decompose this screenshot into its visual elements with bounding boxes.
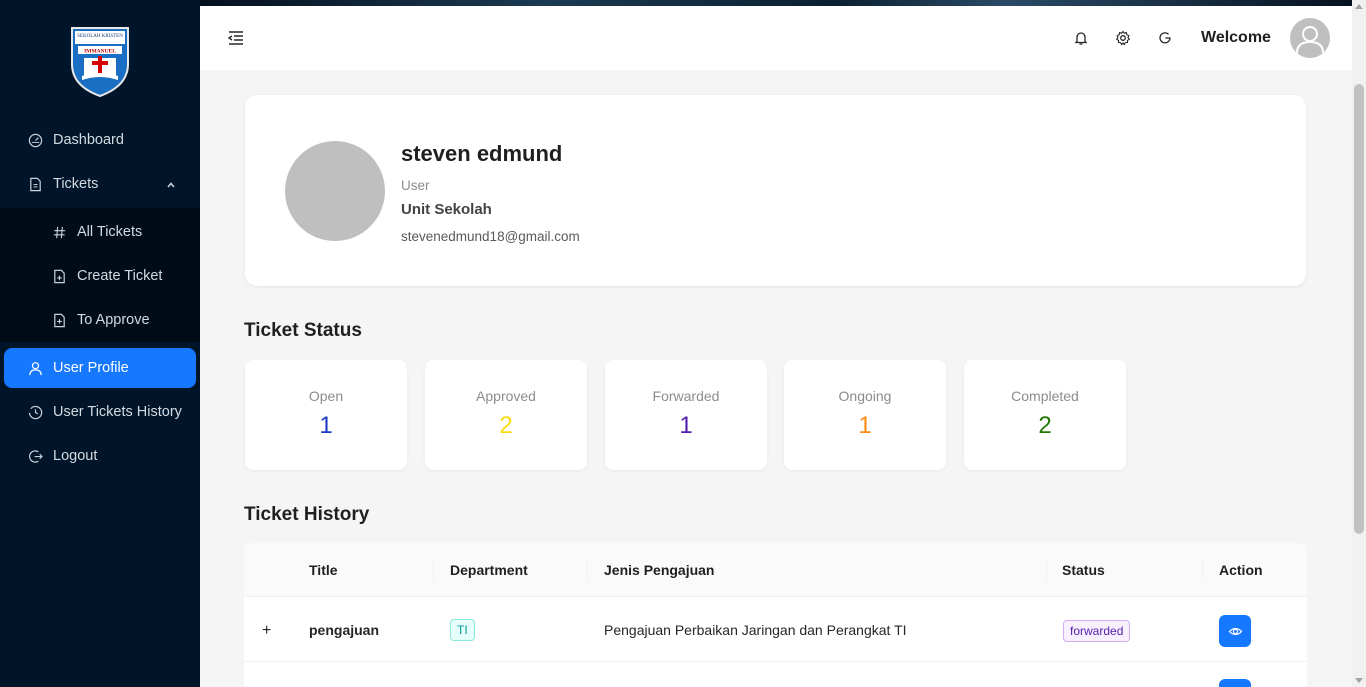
sidebar-item-label: Create Ticket	[77, 268, 163, 284]
stat-card-completed: Completed 2	[964, 360, 1126, 470]
stat-card-open: Open 1	[245, 360, 407, 470]
table-header: Title Department Jenis Pengajuan Status …	[244, 543, 1307, 597]
sidebar-item-label: User Tickets History	[53, 404, 182, 420]
table-row: + pengajuan TI Pengajuan Perbaikan Jarin…	[244, 598, 1307, 662]
column-header-jenis[interactable]: Jenis Pengajuan	[604, 562, 714, 578]
sidebar-item-user-tickets-history[interactable]: User Tickets History	[0, 392, 200, 432]
sidebar-item-all-tickets[interactable]: All Tickets	[0, 212, 200, 252]
sidebar-item-label: User Profile	[53, 360, 129, 376]
sidebar-item-logout[interactable]: Logout	[0, 436, 200, 476]
chevron-up-icon	[166, 178, 176, 188]
column-divider	[587, 560, 588, 580]
column-divider	[1046, 560, 1047, 580]
column-divider	[433, 560, 434, 580]
profile-unit: Unit Sekolah	[401, 201, 492, 218]
view-button[interactable]	[1219, 615, 1251, 647]
user-icon	[27, 360, 43, 376]
column-header-title[interactable]: Title	[309, 562, 338, 578]
department-tag: TI	[450, 619, 475, 641]
svg-text:SEKOLAH KRISTEN: SEKOLAH KRISTEN	[77, 34, 123, 39]
stat-value: 1	[319, 412, 333, 439]
bell-icon[interactable]	[1073, 30, 1089, 46]
status-badge: forwarded	[1063, 620, 1131, 642]
file-icon	[27, 176, 43, 192]
file-check-icon	[51, 312, 67, 328]
sidebar-item-to-approve[interactable]: To Approve	[0, 300, 200, 340]
sidebar-item-label: To Approve	[77, 312, 150, 328]
ticket-history-title: Ticket History	[244, 504, 370, 525]
scroll-up-arrow-icon[interactable]	[1355, 4, 1363, 9]
stat-value: 1	[858, 412, 872, 439]
logout-icon	[27, 448, 43, 464]
profile-avatar	[285, 141, 385, 241]
sidebar-item-tickets[interactable]: Tickets	[0, 164, 200, 204]
scroll-down-arrow-icon[interactable]	[1355, 678, 1363, 683]
file-add-icon	[51, 268, 67, 284]
cell-jenis: Pengajuan Perbaikan Jaringan dan Perangk…	[604, 622, 907, 638]
page-scrollbar[interactable]	[1352, 0, 1366, 687]
eye-icon	[1228, 627, 1242, 635]
stat-value: 2	[499, 412, 513, 439]
sidebar-item-label: Tickets	[53, 176, 99, 192]
stat-value: 2	[1038, 412, 1052, 439]
sidebar-item-label: All Tickets	[77, 224, 143, 240]
column-divider	[1202, 560, 1203, 580]
expand-row-button[interactable]: +	[262, 622, 271, 640]
profile-role: User	[401, 178, 430, 193]
ticket-history-table: Title Department Jenis Pengajuan Status …	[244, 543, 1307, 687]
sidebar-item-create-ticket[interactable]: Create Ticket	[0, 256, 200, 296]
sidebar-item-label: Logout	[53, 448, 98, 464]
column-header-department[interactable]: Department	[450, 562, 528, 578]
column-header-status[interactable]: Status	[1062, 562, 1105, 578]
svg-text:IMMANUEL: IMMANUEL	[84, 49, 116, 55]
profile-card: steven edmund User Unit Sekolah stevened…	[245, 95, 1306, 286]
menu-fold-icon[interactable]	[227, 29, 245, 47]
stat-card-forwarded: Forwarded 1	[605, 360, 767, 470]
sidebar: SEKOLAH KRISTEN IMMANUEL Dashboard Ticke…	[0, 0, 200, 687]
sidebar-item-label: Dashboard	[53, 132, 124, 148]
scrollbar-thumb[interactable]	[1354, 84, 1364, 534]
column-header-action: Action	[1219, 562, 1263, 578]
main-content: steven edmund User Unit Sekolah stevened…	[200, 70, 1352, 687]
cell-title: pengajuan	[309, 622, 380, 638]
stat-label: Open	[308, 388, 344, 404]
ticket-status-title: Ticket Status	[244, 320, 362, 341]
avatar[interactable]	[1290, 18, 1330, 58]
profile-name: steven edmund	[401, 141, 563, 166]
dashboard-icon	[27, 132, 43, 148]
hash-icon	[51, 224, 67, 240]
table-row	[244, 663, 1307, 687]
sidebar-item-user-profile[interactable]: User Profile	[4, 348, 196, 388]
refresh-icon[interactable]	[1157, 30, 1173, 46]
stat-card-ongoing: Ongoing 1	[784, 360, 946, 470]
stat-label: Completed	[1011, 388, 1079, 404]
school-logo: SEKOLAH KRISTEN IMMANUEL	[68, 24, 132, 98]
welcome-text: Welcome	[1201, 29, 1271, 46]
top-header: Welcome	[200, 6, 1352, 70]
stat-value: 1	[679, 412, 693, 439]
stat-label: Forwarded	[652, 388, 720, 404]
view-button[interactable]	[1219, 679, 1251, 687]
stat-label: Approved	[476, 388, 536, 404]
stat-label: Ongoing	[838, 388, 892, 404]
profile-email: stevenedmund18@gmail.com	[401, 229, 580, 244]
history-icon	[27, 404, 43, 420]
sidebar-item-dashboard[interactable]: Dashboard	[0, 120, 200, 160]
stat-card-approved: Approved 2	[425, 360, 587, 470]
gear-icon[interactable]	[1115, 30, 1131, 46]
